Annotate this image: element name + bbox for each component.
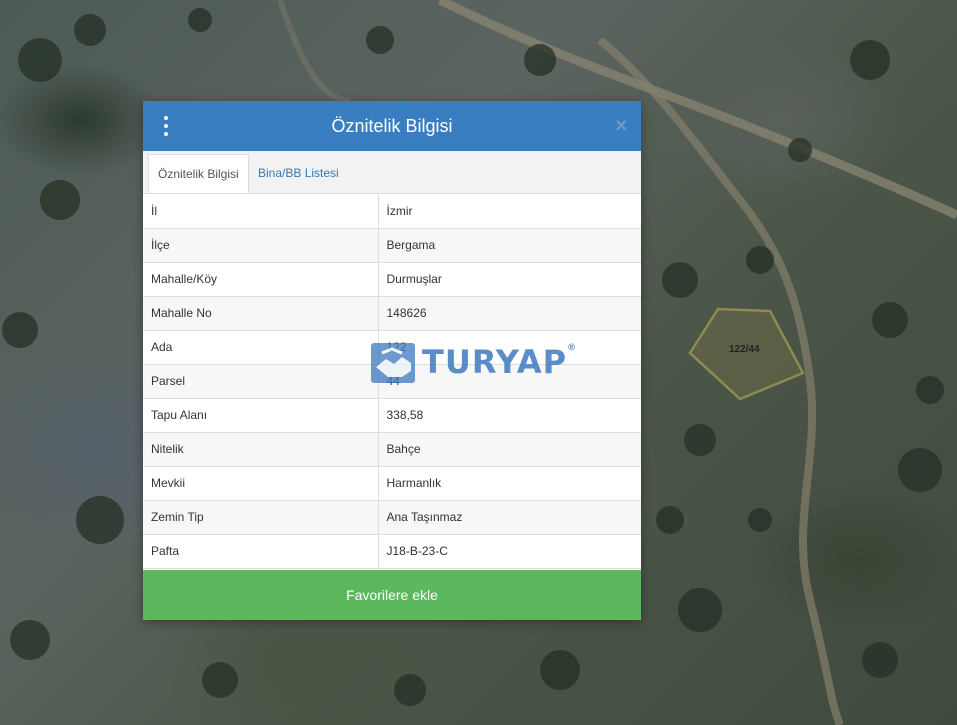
attribute-value: Bergama xyxy=(378,228,641,263)
attribute-row: Mahalle/Köy Durmuşlar xyxy=(143,262,641,297)
attribute-key: İl xyxy=(143,194,379,229)
dialog-header: Öznitelik Bilgisi × xyxy=(143,101,641,151)
attribute-key: Mahalle/Köy xyxy=(143,262,379,297)
attribute-row: Mevkii Harmanlık xyxy=(143,466,641,501)
attribute-row: Tapu Alanı 338,58 xyxy=(143,398,641,433)
attribute-key: Mahalle No xyxy=(143,296,379,331)
attribute-row: Nitelik Bahçe xyxy=(143,432,641,467)
attribute-table: İl İzmir İlçe Bergama Mahalle/Köy Durmuşlar Ma… xyxy=(143,194,641,569)
add-to-favorites-button[interactable]: Favorilere ekle xyxy=(143,570,641,620)
attribute-key: Mevkii xyxy=(143,466,379,501)
attribute-value: J18-B-23-C xyxy=(378,534,641,569)
attribute-row: Mahalle No 148626 xyxy=(143,296,641,331)
attribute-row: Parsel 44 xyxy=(143,364,641,399)
attribute-value: Ana Taşınmaz xyxy=(378,500,641,535)
attribute-key: Pafta xyxy=(143,534,379,569)
attribute-value: 122 xyxy=(378,330,641,365)
parcel-label: 122/44 xyxy=(729,344,760,355)
attribute-row: Pafta J18-B-23-C xyxy=(143,534,641,569)
tab-building-list[interactable]: Bina/BB Listesi xyxy=(249,154,348,193)
close-icon[interactable]: × xyxy=(615,115,627,137)
attribute-value: 148626 xyxy=(378,296,641,331)
attribute-row: Ada 122 xyxy=(143,330,641,365)
attribute-row: İlçe Bergama xyxy=(143,228,641,263)
attribute-value: İzmir xyxy=(378,194,641,229)
attribute-value: Harmanlık xyxy=(378,466,641,501)
tab-attribute-info[interactable]: Öznitelik Bilgisi xyxy=(148,154,249,193)
attribute-key: Nitelik xyxy=(143,432,379,467)
attribute-key: Parsel xyxy=(143,364,379,399)
attribute-key: Ada xyxy=(143,330,379,365)
attribute-key: Tapu Alanı xyxy=(143,398,379,433)
attribute-value: Durmuşlar xyxy=(378,262,641,297)
attribute-value: 338,58 xyxy=(378,398,641,433)
attribute-key: İlçe xyxy=(143,228,379,263)
tabs-bar: Öznitelik Bilgisi Bina/BB Listesi xyxy=(143,151,641,194)
attribute-key: Zemin Tip xyxy=(143,500,379,535)
attribute-dialog: Öznitelik Bilgisi × Öznitelik Bilgisi Bi… xyxy=(143,101,641,620)
attribute-row: İl İzmir xyxy=(143,194,641,229)
attribute-row: Zemin Tip Ana Taşınmaz xyxy=(143,500,641,535)
attribute-value: Bahçe xyxy=(378,432,641,467)
attribute-value: 44 xyxy=(378,364,641,399)
dialog-title: Öznitelik Bilgisi xyxy=(331,116,453,136)
